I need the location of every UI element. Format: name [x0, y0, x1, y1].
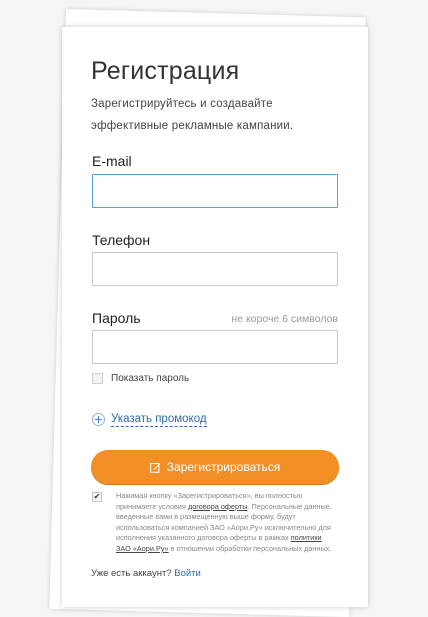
login-link[interactable]: Войти [174, 568, 201, 579]
plus-circle-icon [92, 413, 105, 426]
email-field[interactable] [92, 174, 338, 208]
show-password-toggle[interactable]: Показать пароль [92, 373, 189, 384]
agreement-checkbox[interactable]: ✔ [92, 492, 102, 502]
show-password-label: Показать пароль [111, 373, 190, 384]
phone-label: Телефон [92, 232, 151, 248]
show-password-checkbox[interactable] [92, 373, 103, 384]
login-prompt: Уже есть аккаунт? Войти [91, 568, 201, 579]
offer-contract-link[interactable]: договора оферты [188, 502, 247, 511]
phone-field[interactable] [92, 252, 338, 286]
registration-card: Регистрация Зарегистрируйтесь и создавай… [62, 27, 368, 607]
register-button-label: Зарегистрироваться [166, 460, 281, 474]
agreement-text-part-3: в отношении обработки персональных данны… [168, 543, 332, 553]
email-label: E-mail [92, 153, 132, 169]
password-hint: не короче 6 символов [231, 313, 338, 325]
page-title: Регистрация [91, 57, 240, 85]
promo-code-link[interactable]: Указать промокод [92, 412, 207, 427]
promo-code-label: Указать промокод [111, 413, 207, 427]
agreement-block: ✔ Нажимая кнопку «Зарегистрироваться», в… [92, 491, 338, 555]
account-question: Уже есть аккаунт? [91, 568, 172, 579]
checkmark-icon: ✔ [93, 492, 101, 501]
agreement-text: Нажимая кнопку «Зарегистрироваться», вы … [92, 491, 338, 555]
password-field[interactable] [92, 330, 338, 364]
edit-icon [149, 462, 161, 473]
password-label: Пароль [92, 310, 141, 326]
page-subtitle: Зарегистрируйтесь и создавайте эффективн… [91, 98, 294, 132]
register-button[interactable]: Зарегистрироваться [91, 450, 339, 484]
